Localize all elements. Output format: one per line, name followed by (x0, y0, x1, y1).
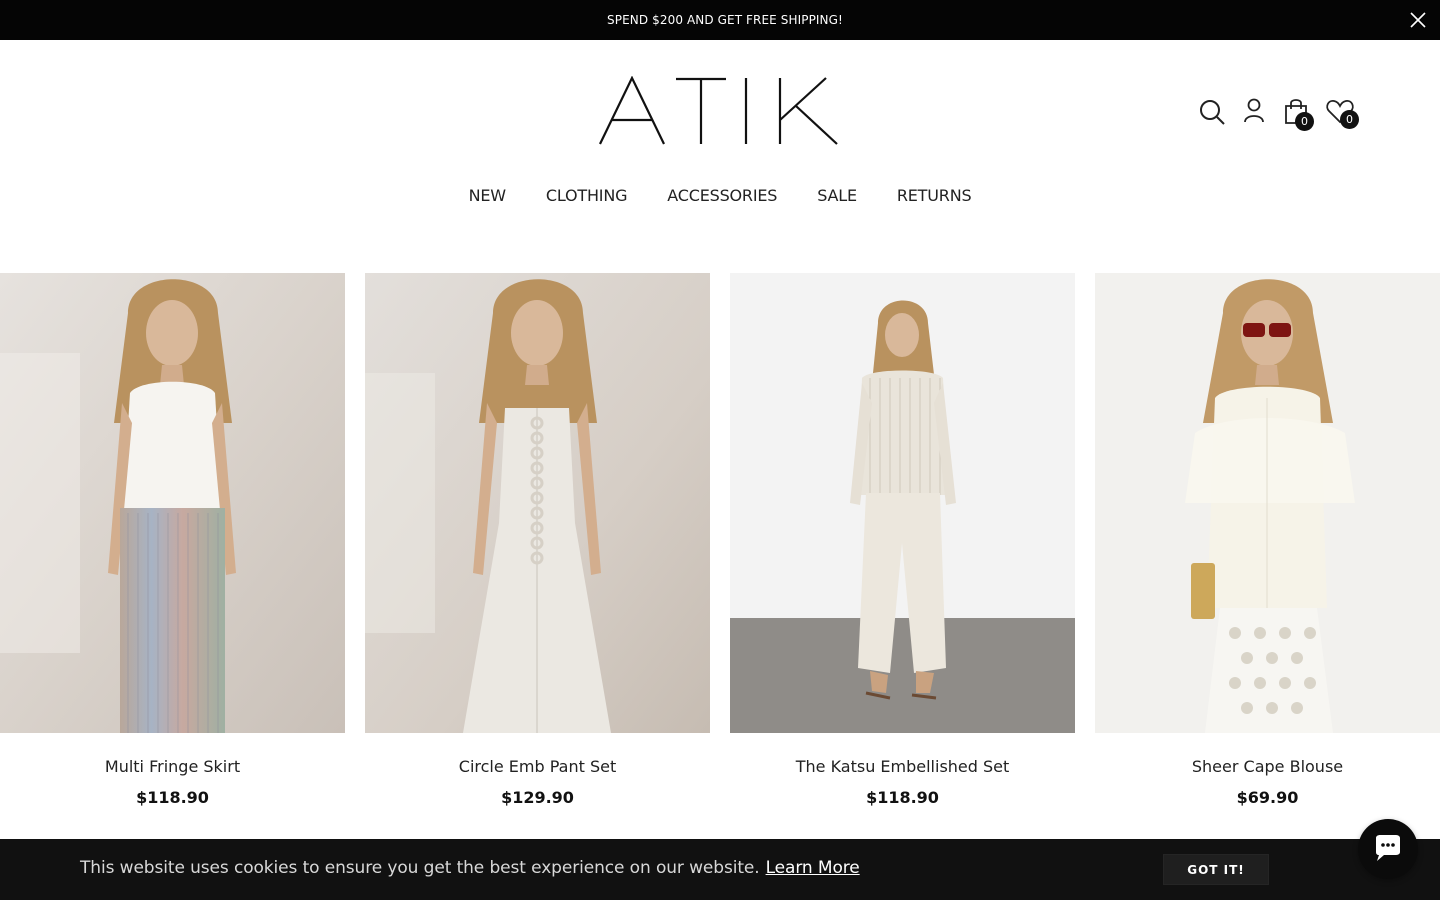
product-price: $118.90 (866, 788, 939, 807)
user-icon[interactable] (1238, 96, 1270, 128)
product-price: $69.90 (1236, 788, 1299, 807)
accept-cookies-button[interactable]: GOT IT! (1163, 854, 1269, 885)
product-price: $118.90 (136, 788, 209, 807)
nav-item-new[interactable]: NEW (469, 186, 507, 205)
product-card[interactable]: Sheer Cape Blouse $69.90 (1095, 273, 1440, 833)
cart-count-badge: 0 (1295, 112, 1314, 131)
product-image[interactable] (365, 273, 710, 733)
product-image[interactable] (0, 273, 345, 733)
main-nav: NEW CLOTHING ACCESSORIES SALE RETURNS (0, 186, 1440, 205)
chat-button[interactable] (1358, 819, 1418, 879)
product-image[interactable] (1095, 273, 1440, 733)
cookie-text: This website uses cookies to ensure you … (80, 858, 760, 878)
brand-logo[interactable] (598, 76, 840, 146)
cookie-message: This website uses cookies to ensure you … (80, 858, 860, 878)
product-price: $129.90 (501, 788, 574, 807)
close-icon[interactable] (1408, 10, 1428, 30)
product-title[interactable]: The Katsu Embellished Set (730, 757, 1075, 776)
learn-more-link[interactable]: Learn More (766, 858, 860, 878)
product-title[interactable]: Multi Fringe Skirt (0, 757, 345, 776)
nav-item-sale[interactable]: SALE (817, 186, 857, 205)
announcement-text: SPEND $200 AND GET FREE SHIPPING! (607, 13, 843, 27)
product-card[interactable]: The Katsu Embellished Set $118.90 (730, 273, 1075, 833)
product-image[interactable] (730, 273, 1075, 733)
product-title[interactable]: Sheer Cape Blouse (1095, 757, 1440, 776)
wishlist-count-badge: 0 (1340, 110, 1359, 129)
cookie-banner: This website uses cookies to ensure you … (0, 839, 1440, 900)
product-title[interactable]: Circle Emb Pant Set (365, 757, 710, 776)
nav-item-clothing[interactable]: CLOTHING (546, 186, 628, 205)
search-icon[interactable] (1196, 96, 1228, 128)
nav-item-accessories[interactable]: ACCESSORIES (667, 186, 777, 205)
product-grid: Multi Fringe Skirt $118.90 Circle Emb Pa… (0, 273, 1440, 833)
nav-item-returns[interactable]: RETURNS (897, 186, 972, 205)
announcement-bar: SPEND $200 AND GET FREE SHIPPING! (0, 0, 1440, 40)
chat-icon (1376, 835, 1400, 861)
product-card[interactable]: Multi Fringe Skirt $118.90 (0, 273, 345, 833)
product-card[interactable]: Circle Emb Pant Set $129.90 (365, 273, 710, 833)
